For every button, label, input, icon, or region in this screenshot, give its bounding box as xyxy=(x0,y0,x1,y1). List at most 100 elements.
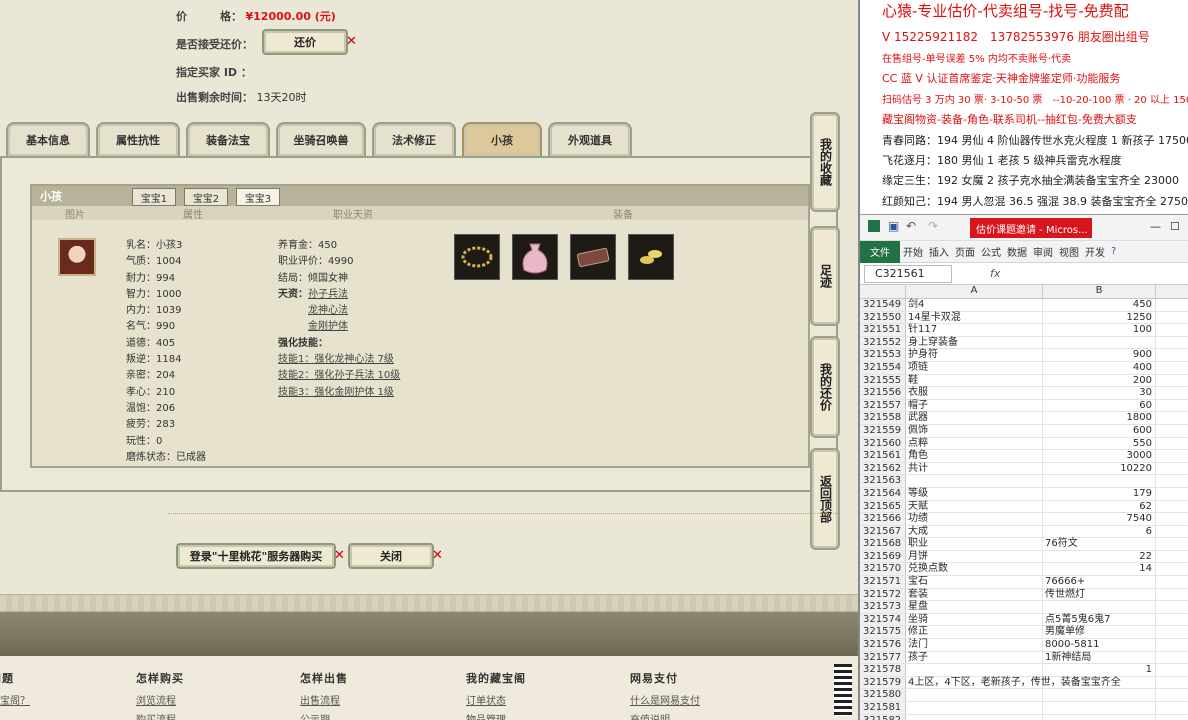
footer-link[interactable]: 浏览流程 xyxy=(136,692,184,707)
row-number[interactable]: 321576 xyxy=(860,639,906,651)
cell-a[interactable]: 身上穿装备 xyxy=(906,336,1043,349)
subtab-baby1[interactable]: 宝宝1 xyxy=(132,188,176,206)
help-icon[interactable]: ? xyxy=(1108,246,1119,257)
row-number[interactable]: 321550 xyxy=(860,311,906,324)
row-number[interactable]: 321560 xyxy=(860,437,906,450)
tab-appearance[interactable]: 外观道具 xyxy=(548,122,632,156)
favorites-button[interactable]: 我的收藏 xyxy=(810,112,840,212)
cell-b[interactable]: 22 xyxy=(1043,550,1156,563)
row-number[interactable]: 321578 xyxy=(860,664,906,676)
row-number[interactable]: 321557 xyxy=(860,399,906,412)
row-number[interactable]: 321556 xyxy=(860,387,906,399)
cell-a[interactable]: 针117 xyxy=(906,324,1043,336)
row-number[interactable]: 321577 xyxy=(860,651,906,664)
row-number[interactable]: 321563 xyxy=(860,475,906,487)
necklace-icon[interactable] xyxy=(454,234,500,280)
row-number[interactable]: 321579 xyxy=(860,676,906,689)
coins-icon[interactable] xyxy=(628,234,674,280)
tab-insert[interactable]: 插入 xyxy=(926,244,952,259)
row-number[interactable]: 321572 xyxy=(860,588,906,601)
my-bargains-button[interactable]: 我的还价 xyxy=(810,336,840,438)
row-number[interactable]: 321566 xyxy=(860,513,906,525)
footer-link[interactable]: 购买流程 xyxy=(136,711,184,720)
cell-a[interactable]: 剑4 xyxy=(906,299,1043,311)
minimize-icon[interactable]: — xyxy=(1150,220,1161,233)
cell-b[interactable]: 6 xyxy=(1043,525,1156,538)
row-number[interactable]: 321564 xyxy=(860,487,906,500)
cell-a[interactable] xyxy=(906,702,1043,714)
cell-b[interactable]: 550 xyxy=(1043,437,1156,450)
maximize-icon[interactable]: ☐ xyxy=(1170,220,1180,233)
cell-b[interactable]: 400 xyxy=(1043,361,1156,374)
row-number[interactable]: 321555 xyxy=(860,374,906,387)
cell-b[interactable]: 62 xyxy=(1043,500,1156,513)
tab-attributes[interactable]: 属性抗性 xyxy=(96,122,180,156)
cell-a[interactable]: 鞋 xyxy=(906,374,1043,387)
server-buy-button[interactable]: 登录"十里桃花"服务器购买 xyxy=(176,543,336,569)
cell-a[interactable]: 大成 xyxy=(906,525,1043,538)
tab-data[interactable]: 数据 xyxy=(1004,244,1030,259)
cell-a[interactable]: 孩子 xyxy=(906,651,1043,664)
cell-a[interactable] xyxy=(906,664,1043,676)
cell-b[interactable]: 100 xyxy=(1043,324,1156,336)
footer-link[interactable]: 充值说明 xyxy=(630,711,700,720)
tab-formulas[interactable]: 公式 xyxy=(978,244,1004,259)
cell-b[interactable] xyxy=(1043,475,1156,487)
footer-link[interactable]: 出售流程 xyxy=(300,692,348,707)
row-number[interactable]: 321570 xyxy=(860,563,906,576)
cell-b[interactable]: 点5菁5鬼6鬼7 xyxy=(1043,613,1156,626)
cell-a[interactable]: 4上区，4下区，老新孩子，传世，装备宝宝齐全 xyxy=(906,676,1121,689)
row-number[interactable]: 321558 xyxy=(860,412,906,424)
cell-a[interactable]: 套装 xyxy=(906,588,1043,601)
skill-link[interactable]: 技能2：强化孙子兵法 10级 xyxy=(278,370,400,381)
cell-b[interactable]: 900 xyxy=(1043,349,1156,361)
cell-a[interactable]: 星盘 xyxy=(906,601,1043,613)
cell-b[interactable]: 1800 xyxy=(1043,412,1156,424)
cell-a[interactable]: 点粹 xyxy=(906,437,1043,450)
cell-b[interactable]: 60 xyxy=(1043,399,1156,412)
tab-home[interactable]: 开始 xyxy=(900,244,926,259)
cell-b[interactable]: 10220 xyxy=(1043,462,1156,475)
row-number[interactable]: 321559 xyxy=(860,424,906,437)
cell-a[interactable]: 项链 xyxy=(906,361,1043,374)
footer-link[interactable]: 订单状态 xyxy=(466,692,526,707)
cell-a[interactable]: 天赋 xyxy=(906,500,1043,513)
cell-b[interactable]: 179 xyxy=(1043,487,1156,500)
row-number[interactable]: 321571 xyxy=(860,576,906,588)
book-icon[interactable] xyxy=(570,234,616,280)
cell-a[interactable]: 职业 xyxy=(906,538,1043,550)
name-box[interactable]: C321561 xyxy=(864,264,952,283)
footer-link[interactable]: 藏宝阁？ xyxy=(0,692,30,707)
col-header-a[interactable]: A xyxy=(906,285,1043,298)
cell-a[interactable]: 坐骑 xyxy=(906,613,1043,626)
cell-a[interactable]: 帽子 xyxy=(906,399,1043,412)
row-number[interactable]: 321568 xyxy=(860,538,906,550)
row-number[interactable]: 321554 xyxy=(860,361,906,374)
row-number[interactable]: 321562 xyxy=(860,462,906,475)
cell-a[interactable]: 武器 xyxy=(906,412,1043,424)
skill-link[interactable]: 技能3：强化金刚护体 1级 xyxy=(278,387,394,398)
skill-link[interactable]: 技能1：强化龙神心法 7级 xyxy=(278,354,394,365)
cell-a[interactable]: 角色 xyxy=(906,450,1043,462)
cell-a[interactable]: 共计 xyxy=(906,462,1043,475)
cell-b[interactable] xyxy=(1043,676,1156,689)
row-number[interactable]: 321561 xyxy=(860,450,906,462)
back-to-top-button[interactable]: 返回顶部 xyxy=(810,448,840,550)
redo-icon[interactable]: ↷ xyxy=(928,219,938,233)
tab-child[interactable]: 小孩 xyxy=(462,122,542,156)
tab-equipment[interactable]: 装备法宝 xyxy=(186,122,270,156)
corner-cell[interactable] xyxy=(860,285,906,298)
cell-a[interactable]: 等级 xyxy=(906,487,1043,500)
cell-a[interactable]: 宝石 xyxy=(906,576,1043,588)
cell-b[interactable] xyxy=(1043,702,1156,714)
cell-b[interactable] xyxy=(1043,714,1156,720)
cell-a[interactable]: 衣服 xyxy=(906,387,1043,399)
cell-b[interactable]: 1 xyxy=(1043,664,1156,676)
row-number[interactable]: 321573 xyxy=(860,601,906,613)
cell-b[interactable] xyxy=(1043,689,1156,701)
footprint-button[interactable]: 足迹 xyxy=(810,226,840,326)
cell-a[interactable]: 兑换点数 xyxy=(906,563,1043,576)
row-number[interactable]: 321580 xyxy=(860,689,906,701)
cell-a[interactable] xyxy=(906,714,1043,720)
cell-b[interactable]: 传世燃灯 xyxy=(1043,588,1156,601)
